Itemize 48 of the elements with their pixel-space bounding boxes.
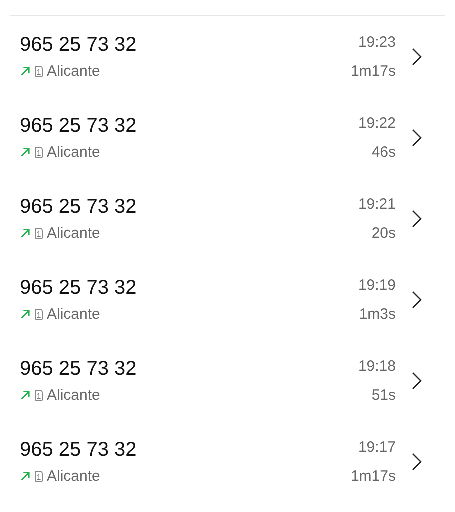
location: Alicante xyxy=(47,306,100,322)
sim-card-icon: 1 xyxy=(35,66,43,76)
chevron-right-icon[interactable] xyxy=(412,372,422,390)
call-duration: 1m3s xyxy=(359,306,396,322)
phone-number: 965 25 73 32 xyxy=(20,196,138,218)
call-log-item[interactable]: 965 25 73 32 1 Alicante 19:19 1m3s xyxy=(10,259,445,340)
call-time: 19:17 xyxy=(358,438,396,456)
location: Alicante xyxy=(47,62,100,80)
outgoing-call-icon xyxy=(20,66,31,76)
location: Alicante xyxy=(47,224,100,242)
location: Alicante xyxy=(47,386,100,404)
sim-card-icon: 1 xyxy=(35,228,43,238)
chevron-right-icon[interactable] xyxy=(412,290,422,308)
phone-number: 965 25 73 32 xyxy=(20,276,138,300)
call-duration: 1m17s xyxy=(350,62,396,80)
call-log-item[interactable]: 965 25 73 32 1 Alicante 19:21 20s xyxy=(10,178,445,259)
call-log-item[interactable]: 965 25 73 32 1 Alicante 19:18 51s xyxy=(10,340,445,421)
phone-number: 965 25 73 32 xyxy=(20,438,138,462)
call-duration: 20s xyxy=(372,224,396,242)
outgoing-call-icon xyxy=(20,308,31,320)
call-log-item[interactable]: 965 25 73 32 1 Alicante 19:22 46s xyxy=(10,97,445,178)
sim-card-icon: 1 xyxy=(35,390,43,400)
chevron-right-icon[interactable] xyxy=(412,128,422,146)
outgoing-call-icon xyxy=(20,228,31,238)
chevron-right-icon[interactable] xyxy=(412,48,422,66)
call-time: 19:21 xyxy=(358,196,396,212)
phone-number: 965 25 73 32 xyxy=(20,34,138,56)
location: Alicante xyxy=(47,468,100,484)
call-log-item[interactable]: 965 25 73 32 1 Alicante 19:23 1m17s xyxy=(10,16,445,97)
sim-card-icon: 1 xyxy=(35,470,43,482)
call-time: 19:23 xyxy=(358,34,396,50)
phone-number: 965 25 73 32 xyxy=(20,114,138,138)
sim-card-icon: 1 xyxy=(35,146,43,158)
chevron-right-icon[interactable] xyxy=(412,452,422,470)
outgoing-call-icon xyxy=(20,146,31,158)
location: Alicante xyxy=(47,144,100,160)
call-time: 19:18 xyxy=(358,358,396,374)
call-time: 19:22 xyxy=(358,114,396,132)
outgoing-call-icon xyxy=(20,390,31,400)
call-duration: 51s xyxy=(372,386,396,404)
call-duration: 1m17s xyxy=(350,468,396,484)
chevron-right-icon[interactable] xyxy=(412,210,422,228)
call-time: 19:19 xyxy=(358,276,396,294)
sim-card-icon: 1 xyxy=(35,308,43,320)
call-log-item[interactable]: 965 25 73 32 1 Alicante 19:17 1m17s xyxy=(10,421,445,502)
phone-number: 965 25 73 32 xyxy=(20,358,138,380)
call-duration: 46s xyxy=(372,144,396,160)
outgoing-call-icon xyxy=(20,470,31,482)
